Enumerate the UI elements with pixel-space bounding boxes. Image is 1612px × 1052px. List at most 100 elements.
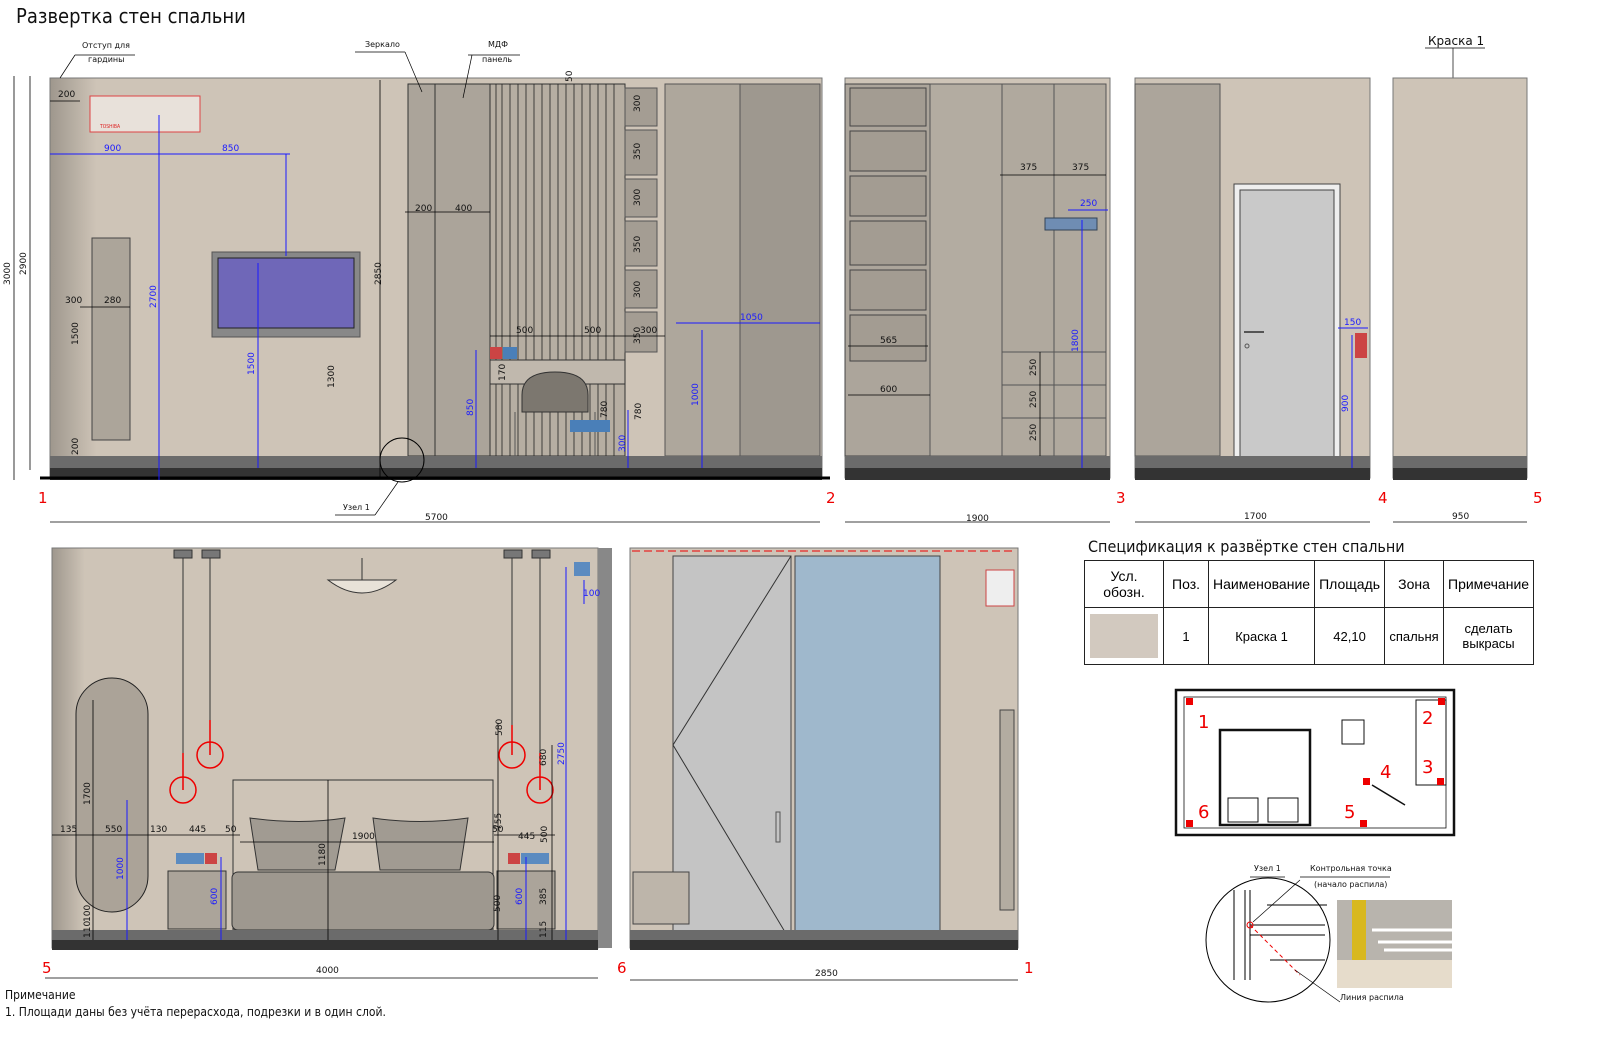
wall-number: 4 [1378, 489, 1388, 507]
callout-text: Зеркало [365, 40, 400, 49]
socket-icon [490, 347, 502, 359]
dim-label: 200 [71, 438, 81, 455]
dim-label: 250 [1029, 424, 1039, 441]
wall-elevations-drawing: TOSHIBA 3000 2900 200 300 280 1500 200 1… [3, 34, 1543, 1003]
dim-label: 2750 [557, 742, 567, 765]
wall-number: 1 [38, 489, 48, 507]
dim-label: 110 [83, 921, 93, 938]
dim-label: 300 [65, 296, 82, 306]
dim-label: 50 [565, 70, 575, 82]
floor-plan: 1 2 3 4 5 6 [1174, 688, 1456, 837]
wall-2-elevation: 375 375 565 600 250 250 250 1900 250 180… [844, 77, 1111, 524]
wall-width-label: 1700 [1244, 512, 1267, 522]
spec-area: 42,10 [1314, 607, 1386, 665]
dim-label: 1500 [247, 352, 257, 375]
dim-label: 250 [1029, 391, 1039, 408]
dim-label: 600 [515, 888, 525, 905]
callout-text: Контрольная точка [1310, 864, 1392, 873]
plan-marker: 5 [1344, 802, 1355, 823]
callout-text: Узел 1 [1254, 864, 1281, 873]
dim-label: 445 [518, 832, 535, 842]
plan-marker: 6 [1198, 802, 1209, 823]
svg-text:TOSHIBA: TOSHIBA [99, 124, 121, 130]
dim-label: 1180 [318, 843, 328, 866]
spec-header: Усл. обозн. [1084, 560, 1164, 608]
table-row: 1 Краска 1 42,10 спальня сделать выкрасы [1084, 607, 1535, 665]
wall-number: 2 [826, 489, 836, 507]
dim-label: 900 [104, 144, 121, 154]
dim-label: 170 [498, 364, 508, 381]
node-1-detail: Узел 1 Контрольная точка (начало распила… [1205, 864, 1452, 1003]
dim-label: 500 [540, 826, 550, 843]
dim-label: 1000 [116, 857, 126, 880]
notes-item: 1. Площади даны без учёта перерасхода, п… [5, 1005, 386, 1019]
dim-label: 565 [880, 336, 897, 346]
dim-label: 130 [150, 825, 167, 835]
dim-label: 250 [1080, 199, 1097, 209]
dim-label: 1800 [1071, 329, 1081, 352]
dim-label: 350 [633, 327, 643, 344]
dim-label: 375 [1072, 163, 1089, 173]
notes: Примечание 1. Площади даны без учёта пер… [5, 987, 386, 1021]
spec-note: сделать выкрасы [1443, 607, 1535, 665]
wall-width-label: 5700 [425, 513, 448, 523]
callout-text: Отступ для [82, 41, 130, 50]
callout-text: (начало распила) [1314, 880, 1387, 889]
dim-label: 115 [539, 921, 549, 938]
dim-label: 2900 [19, 252, 29, 275]
tv-screen [217, 257, 355, 329]
dim-label: 600 [210, 888, 220, 905]
dim-label: 2700 [149, 285, 159, 308]
wall-number: 6 [617, 959, 627, 977]
callout-text: Узел 1 [343, 503, 370, 512]
wall-number: 1 [1024, 959, 1034, 977]
dim-label: 2850 [374, 262, 384, 285]
wall-4-elevation: 950 [1392, 77, 1528, 523]
dim-label: 1300 [327, 365, 337, 388]
dim-label: 100 [583, 589, 600, 599]
dim-label: 375 [1020, 163, 1037, 173]
dim-label: 135 [60, 825, 77, 835]
dim-label: 780 [634, 403, 644, 420]
wall-number: 3 [1116, 489, 1126, 507]
pillow [372, 817, 469, 871]
spec-title: Спецификация к развёртке стен спальни [1088, 537, 1405, 556]
spec-table: Усл. обозн. Поз. Наименование Площадь Зо… [1084, 560, 1535, 665]
plan-marker: 3 [1422, 757, 1433, 778]
color-swatch-cell [1084, 607, 1164, 665]
dim-label: 500 [516, 326, 533, 336]
dim-label: 1050 [740, 313, 763, 323]
dim-label: 550 [105, 825, 122, 835]
dim-label: 400 [455, 204, 472, 214]
glass-panel [794, 555, 941, 943]
dim-label: 300 [633, 189, 643, 206]
dim-label: 350 [633, 143, 643, 160]
mirror-panel [407, 83, 491, 457]
dim-label: 100 [83, 905, 93, 922]
spec-header: Примечание [1443, 560, 1535, 608]
door [1239, 189, 1335, 469]
dim-label: 755 [494, 813, 504, 830]
spec-pos: 1 [1163, 607, 1209, 665]
dim-label: 300 [633, 95, 643, 112]
wall-3-elevation: 150 900 1700 [1134, 77, 1371, 523]
bed [231, 871, 495, 931]
dim-label: 780 [600, 401, 610, 418]
dim-label: 250 [1029, 359, 1039, 376]
wall-width-label: 2850 [815, 969, 838, 979]
callout-text: Краска 1 [1428, 34, 1484, 48]
baseboard-photo [1337, 900, 1452, 988]
dim-label: 1700 [83, 782, 93, 805]
callout-text: МДФ [488, 40, 508, 49]
spec-header: Поз. [1163, 560, 1209, 608]
spec-name: Краска 1 [1207, 607, 1316, 665]
dim-label: 300 [618, 435, 628, 452]
dim-label: 600 [880, 385, 897, 395]
dim-label: 385 [539, 888, 549, 905]
dim-label: 850 [222, 144, 239, 154]
wall-width-label: 1900 [966, 514, 989, 524]
callout-text: Линия распила [1340, 993, 1404, 1002]
dim-label: 445 [189, 825, 206, 835]
plan-marker: 4 [1380, 762, 1391, 783]
dim-label: 280 [104, 296, 121, 306]
